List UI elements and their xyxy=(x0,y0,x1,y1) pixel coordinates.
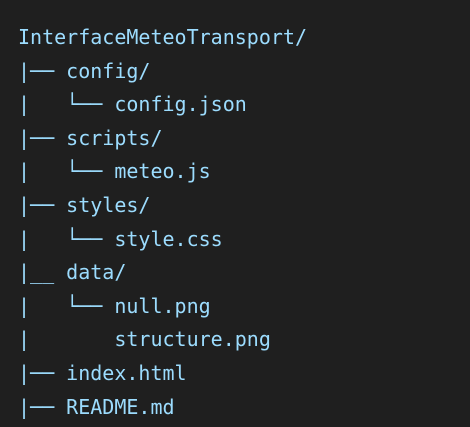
tree-line: |── config/ xyxy=(18,55,470,89)
tree-line: | structure.png xyxy=(18,323,470,357)
tree-prefix: | └── xyxy=(18,159,115,184)
tree-line: | └── config.json xyxy=(18,88,470,122)
file-tree: InterfaceMeteoTransport/ |── config/ | └… xyxy=(0,0,470,427)
tree-line: |── index.html xyxy=(18,357,470,391)
tree-prefix: |── xyxy=(18,58,67,83)
tree-prefix: |── xyxy=(18,125,67,150)
folder-name: data/ xyxy=(66,260,127,285)
tree-line-root: InterfaceMeteoTransport/ xyxy=(18,21,470,55)
folder-name-root: InterfaceMeteoTransport/ xyxy=(18,25,307,49)
folder-name: scripts/ xyxy=(66,125,163,150)
file-name: meteo.js xyxy=(114,159,211,184)
tree-line: | └── style.css xyxy=(18,223,470,257)
tree-prefix: | xyxy=(18,327,115,352)
tree-prefix: |── xyxy=(18,192,67,217)
tree-line: | └── null.png xyxy=(18,290,470,324)
folder-name: config/ xyxy=(66,58,151,83)
tree-line: |── README.md xyxy=(18,391,470,425)
tree-prefix: | └── xyxy=(18,293,115,318)
tree-prefix: | └── xyxy=(18,92,115,117)
file-name: null.png xyxy=(114,293,211,318)
tree-line: |__ data/ xyxy=(18,256,470,290)
tree-prefix: | └── xyxy=(18,226,115,251)
tree-prefix: |── xyxy=(18,360,67,385)
file-name: index.html xyxy=(66,360,187,385)
tree-prefix: |__ xyxy=(18,260,67,285)
tree-line: |── scripts/ xyxy=(18,122,470,156)
folder-name: styles/ xyxy=(66,192,151,217)
file-name: structure.png xyxy=(114,327,271,352)
tree-prefix: |── xyxy=(18,394,67,419)
file-name: config.json xyxy=(114,92,247,117)
file-name: style.css xyxy=(114,226,223,251)
tree-line: | └── meteo.js xyxy=(18,155,470,189)
file-name: README.md xyxy=(66,394,175,419)
tree-line: |── styles/ xyxy=(18,189,470,223)
